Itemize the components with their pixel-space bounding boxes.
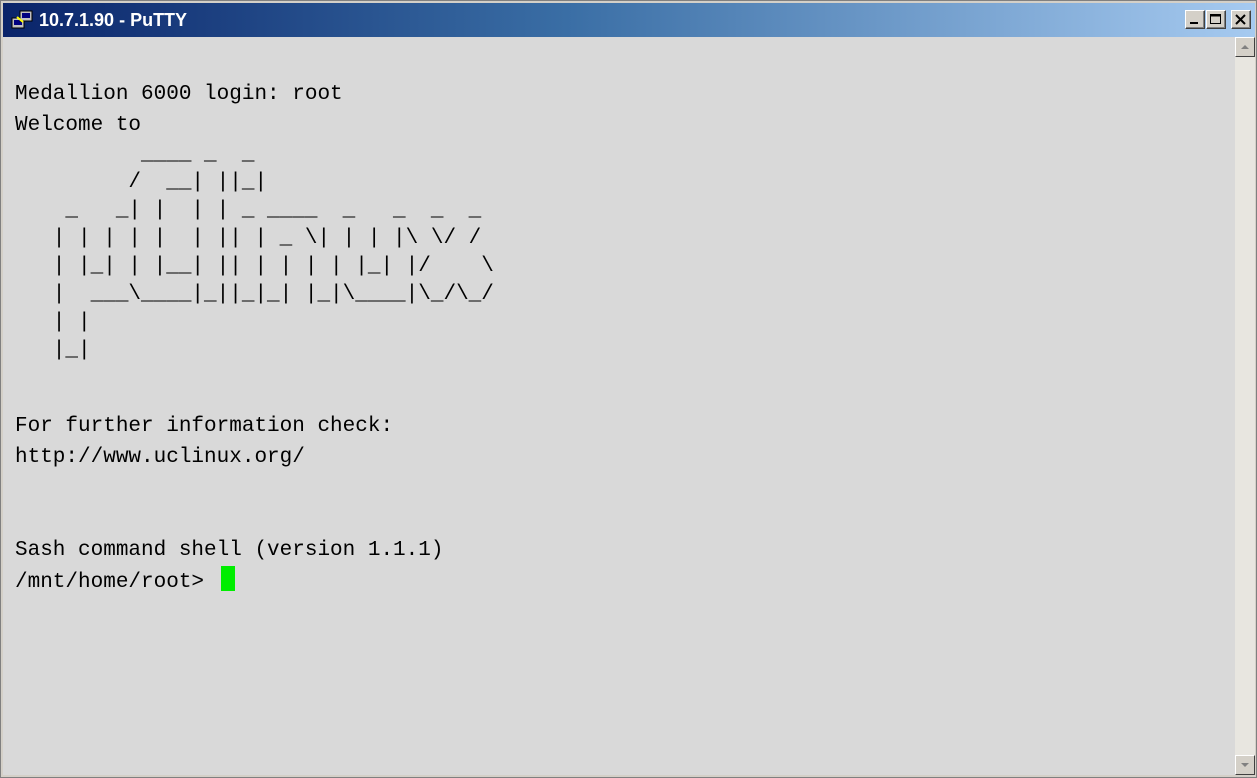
window-title: 10.7.1.90 - PuTTY <box>39 10 188 30</box>
prompt-line: /mnt/home/root> <box>15 566 235 597</box>
maximize-icon <box>1210 14 1221 24</box>
text-cursor <box>220 566 235 591</box>
scroll-down-button[interactable] <box>1235 755 1255 775</box>
login-line: Medallion 6000 login: root <box>15 83 343 106</box>
title-bar[interactable]: 10.7.1.90 - PuTTY <box>3 3 1255 37</box>
putty-window: 10.7.1.90 - PuTTY Medallion 6000 login: … <box>0 0 1257 778</box>
putty-icon[interactable] <box>11 9 33 31</box>
scroll-down-arrow-icon <box>1241 763 1249 767</box>
welcome-line: Welcome to <box>15 114 142 137</box>
url-line: http://www.uclinux.org/ <box>15 446 305 469</box>
shell-version-line: Sash command shell (version 1.1.1) <box>15 539 444 562</box>
close-button[interactable] <box>1231 10 1251 29</box>
minimize-icon <box>1190 22 1198 24</box>
info-line: For further information check: <box>15 415 394 438</box>
vertical-scrollbar[interactable] <box>1235 37 1255 775</box>
minimize-button[interactable] <box>1185 10 1205 29</box>
maximize-button[interactable] <box>1206 10 1226 29</box>
uclinux-ascii-logo: ____ _ _ / __| ||_| _ _| | | | _ ____ _ … <box>52 143 494 362</box>
terminal-screen[interactable]: Medallion 6000 login: root Welcome to __… <box>3 37 1235 775</box>
scroll-up-button[interactable] <box>1235 37 1255 57</box>
close-icon <box>1235 14 1246 25</box>
scroll-up-arrow-icon <box>1241 45 1249 49</box>
shell-prompt: /mnt/home/root> <box>15 571 217 594</box>
